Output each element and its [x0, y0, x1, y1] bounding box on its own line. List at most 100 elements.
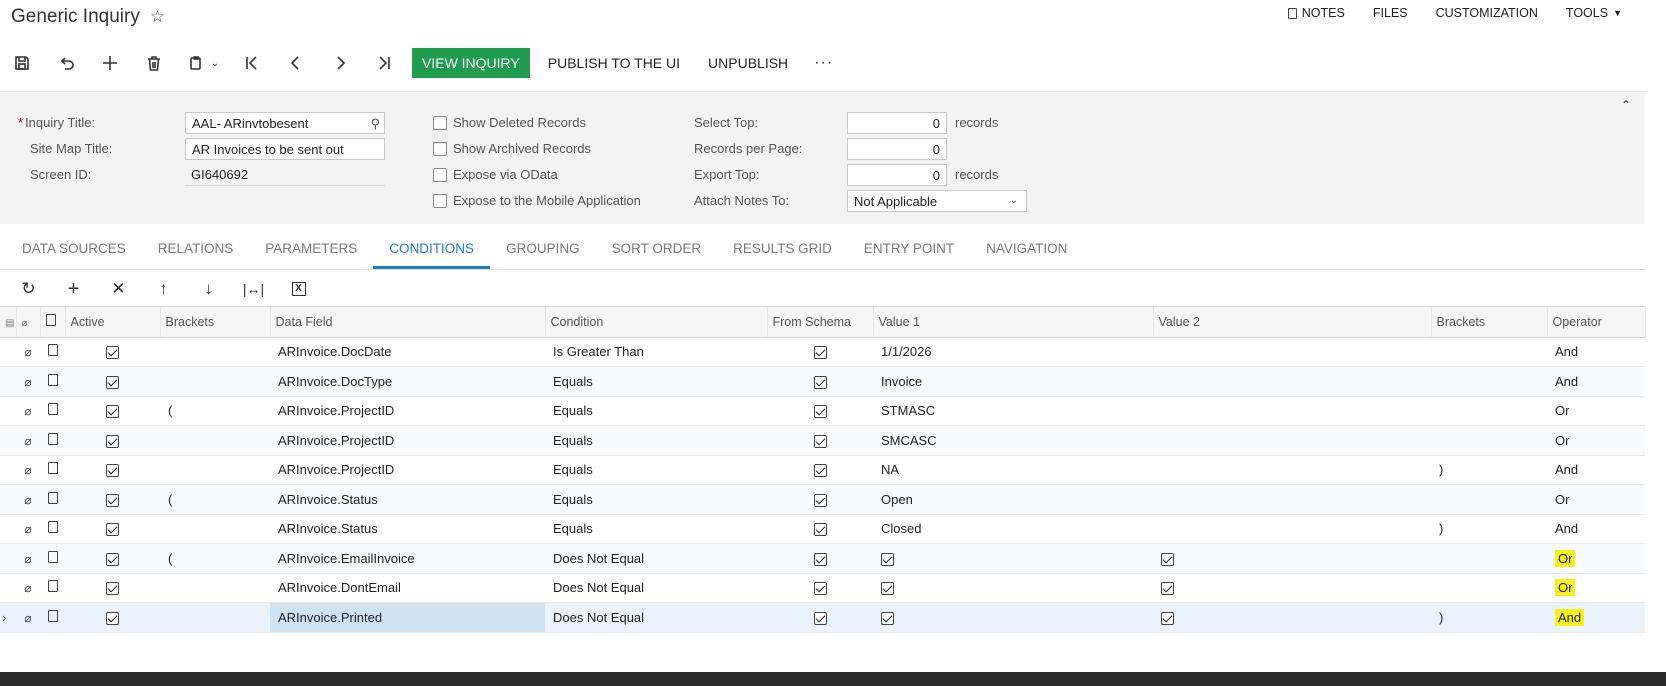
value2-cell[interactable] — [1153, 337, 1431, 367]
open-bracket-cell[interactable] — [160, 337, 270, 367]
data-field-cell[interactable]: ARInvoice.ProjectID — [270, 425, 545, 456]
table-row[interactable]: ⌀ (ARInvoice.Status Equals Open Or — [0, 484, 1645, 515]
value1-cell[interactable]: Closed — [873, 514, 1153, 544]
active-checkbox[interactable] — [106, 582, 119, 596]
checkbox-box[interactable] — [433, 193, 447, 208]
close-bracket-cell[interactable]: ) — [1431, 455, 1547, 485]
more-actions-button[interactable]: ··· — [802, 48, 845, 78]
from-schema-cell[interactable] — [767, 366, 873, 397]
col-condition[interactable]: Condition — [545, 307, 768, 338]
delete-button[interactable] — [132, 48, 176, 78]
select-top-field[interactable]: 0 — [847, 112, 947, 134]
condition-cell[interactable]: Equals — [545, 484, 767, 515]
note-cell[interactable] — [40, 514, 65, 544]
open-bracket-cell[interactable] — [160, 366, 270, 397]
active-cell[interactable] — [65, 366, 160, 397]
data-field-cell[interactable]: ARInvoice.ProjectID — [270, 396, 545, 426]
note-cell[interactable] — [40, 573, 65, 603]
condition-cell[interactable]: Does Not Equal — [545, 573, 767, 603]
search-icon[interactable]: ⚲ — [370, 116, 380, 132]
last-record-button[interactable] — [362, 48, 406, 78]
undo-button[interactable] — [44, 48, 88, 78]
show-deleted-checkbox[interactable]: Show Deleted Records — [433, 115, 586, 130]
data-field-cell[interactable]: ARInvoice.ProjectID — [270, 455, 545, 485]
checkbox-box[interactable] — [433, 115, 447, 130]
checkbox-box[interactable] — [433, 141, 447, 156]
value1-checkbox[interactable] — [881, 611, 894, 625]
note-cell[interactable] — [40, 484, 65, 515]
value2-cell[interactable] — [1153, 425, 1431, 456]
active-checkbox[interactable] — [106, 346, 119, 360]
attachment-cell[interactable]: ⌀ — [16, 455, 40, 485]
row-selector-header[interactable]: ▤ — [0, 307, 17, 338]
open-bracket-cell[interactable] — [160, 455, 270, 485]
attachment-cell[interactable]: ⌀ — [16, 602, 40, 633]
tab-relations[interactable]: RELATIONS — [142, 241, 250, 269]
close-bracket-cell[interactable] — [1431, 396, 1547, 426]
data-field-cell[interactable]: ARInvoice.Printed — [270, 602, 545, 633]
note-cell[interactable] — [40, 602, 65, 633]
active-checkbox[interactable] — [106, 611, 119, 625]
operator-cell[interactable]: And — [1547, 337, 1645, 367]
col-from-schema[interactable]: From Schema — [767, 307, 874, 338]
row-selector[interactable] — [0, 484, 16, 515]
open-bracket-cell[interactable] — [160, 425, 270, 456]
open-bracket-cell[interactable] — [160, 573, 270, 603]
from-schema-checkbox[interactable] — [813, 434, 827, 448]
attachment-cell[interactable]: ⌀ — [16, 396, 40, 426]
tab-navigation[interactable]: NAVIGATION — [970, 241, 1083, 269]
active-checkbox[interactable] — [106, 464, 119, 478]
open-bracket-cell[interactable]: ( — [160, 543, 270, 574]
table-row[interactable]: ⌀ (ARInvoice.EmailInvoice Does Not Equal Or — [0, 543, 1645, 574]
condition-cell[interactable]: Does Not Equal — [545, 543, 767, 574]
row-selector[interactable] — [0, 455, 16, 485]
operator-cell[interactable]: Or — [1547, 484, 1645, 515]
active-cell[interactable] — [65, 573, 160, 603]
tab-entry-point[interactable]: ENTRY POINT — [848, 241, 970, 269]
col-value1[interactable]: Value 1 — [873, 307, 1154, 338]
move-down-button[interactable]: ↓ — [186, 274, 231, 304]
from-schema-checkbox[interactable] — [813, 346, 827, 360]
records-per-page-field[interactable]: 0 — [847, 138, 947, 160]
close-bracket-cell[interactable] — [1431, 543, 1547, 574]
from-schema-cell[interactable] — [767, 602, 873, 633]
expose-mobile-checkbox[interactable]: Expose to the Mobile Application — [433, 193, 641, 208]
tab-grouping[interactable]: GROUPING — [490, 241, 596, 269]
active-cell[interactable] — [65, 396, 160, 426]
open-bracket-cell[interactable] — [160, 602, 270, 633]
row-selector[interactable]: › — [0, 602, 16, 633]
refresh-button[interactable]: ↻ — [6, 274, 51, 304]
files-menu[interactable]: FILES — [1359, 6, 1422, 20]
customization-menu[interactable]: CUSTOMIZATION — [1422, 6, 1552, 20]
data-field-cell[interactable]: ARInvoice.DocType — [270, 366, 545, 397]
value2-checkbox[interactable] — [1161, 552, 1174, 566]
from-schema-cell[interactable] — [767, 396, 873, 426]
operator-cell[interactable]: Or — [1547, 396, 1645, 426]
operator-cell[interactable]: Or — [1547, 425, 1645, 456]
operator-cell[interactable]: And — [1547, 366, 1645, 397]
open-bracket-cell[interactable] — [160, 514, 270, 544]
open-bracket-cell[interactable]: ( — [160, 484, 270, 515]
copy-paste-button[interactable]: ⌄ — [176, 48, 230, 78]
from-schema-checkbox[interactable] — [813, 552, 827, 566]
fit-columns-button[interactable]: |↔| — [231, 274, 276, 304]
value1-cell[interactable]: STMASC — [873, 396, 1153, 426]
col-value2[interactable]: Value 2 — [1153, 307, 1432, 338]
from-schema-checkbox[interactable] — [813, 582, 827, 596]
col-brackets-close[interactable]: Brackets — [1431, 307, 1548, 338]
table-row[interactable]: ⌀ ARInvoice.ProjectID Equals SMCASC Or — [0, 425, 1645, 456]
attachment-cell[interactable]: ⌀ — [16, 514, 40, 544]
operator-cell[interactable]: Or — [1547, 573, 1645, 603]
inquiry-title-field[interactable]: AAL- ARinvtobesent ⚲ — [185, 112, 385, 134]
col-data-field[interactable]: Data Field — [270, 307, 546, 338]
save-button[interactable] — [0, 48, 44, 78]
value2-checkbox[interactable] — [1161, 611, 1174, 625]
active-cell[interactable] — [65, 602, 160, 633]
table-row[interactable]: ⌀ (ARInvoice.ProjectID Equals STMASC Or — [0, 396, 1645, 426]
data-field-cell[interactable]: ARInvoice.DocDate — [270, 337, 545, 367]
condition-cell[interactable]: Equals — [545, 455, 767, 485]
value1-cell[interactable]: Invoice — [873, 366, 1153, 397]
from-schema-checkbox[interactable] — [813, 405, 827, 419]
from-schema-checkbox[interactable] — [813, 523, 827, 537]
notes-menu[interactable]: NOTES — [1274, 6, 1359, 20]
